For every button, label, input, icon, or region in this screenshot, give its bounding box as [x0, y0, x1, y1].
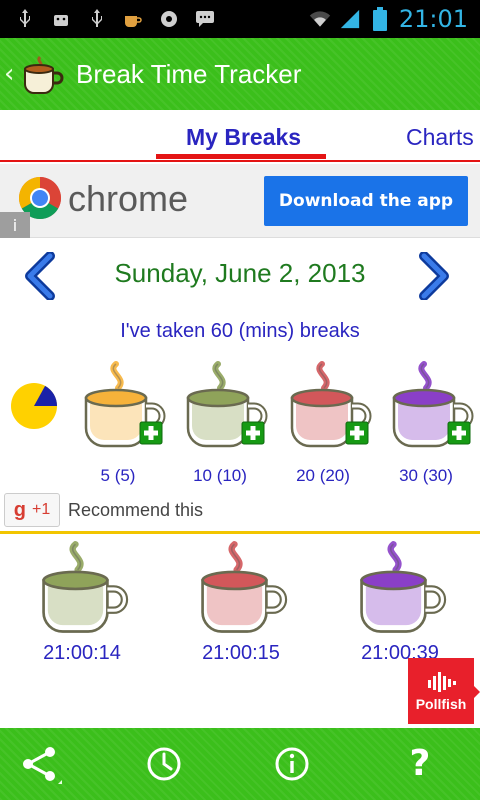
history-cup-2[interactable]: [193, 540, 293, 640]
recommend-text: Recommend this: [68, 500, 204, 520]
google-plus-g: g: [13, 498, 26, 521]
tab-selected-indicator: [156, 154, 326, 159]
pollfish-label: Pollfish: [415, 696, 467, 712]
pollfish-badge[interactable]: Pollfish: [408, 658, 474, 724]
pollfish-tab-arrow: [474, 686, 480, 698]
app-title: Break Time Tracker: [76, 58, 302, 89]
coffee-cup-plus-icon: [392, 361, 474, 448]
cup-break-count: 5 (5): [100, 466, 136, 485]
clock-time: 21:01: [398, 5, 468, 33]
history-break-time: 21:00:14: [43, 642, 121, 664]
clock-icon[interactable]: [142, 742, 186, 786]
google-plus-one-button[interactable]: g +1: [4, 493, 60, 527]
cup-break-count: 10 (10): [193, 466, 247, 485]
google-plus-count: +1: [31, 501, 51, 518]
bottom-bar: ?: [0, 728, 480, 800]
coffee-notification-icon: [122, 8, 144, 30]
breaks-summary: I've taken 60 (mins) breaks: [120, 320, 360, 342]
coffee-cup-icon: [42, 541, 129, 633]
ad-download-button[interactable]: Download the app: [264, 176, 468, 226]
cup-break-count: 20 (20): [296, 466, 350, 485]
status-bar: 21:01: [0, 0, 480, 38]
history-break-time: 21:00:15: [202, 642, 280, 664]
info-icon[interactable]: [270, 742, 314, 786]
coffee-cup-icon: [360, 541, 447, 633]
add-break-cup-button-2[interactable]: [180, 360, 272, 454]
android-debug-icon: [50, 8, 72, 30]
wifi-icon: [309, 8, 331, 30]
tab-charts[interactable]: Charts: [406, 124, 474, 151]
back-chevron-icon[interactable]: ‹: [4, 59, 18, 89]
app-logo-coffee-icon[interactable]: [20, 51, 66, 97]
ad-banner[interactable]: chrome Download the app: [0, 164, 480, 238]
break-progress-pie: [11, 383, 57, 429]
add-break-cup-button-4[interactable]: [386, 360, 478, 454]
add-break-cup-button-3[interactable]: [284, 360, 376, 454]
action-bar: ‹ Break Time Tracker: [0, 38, 480, 110]
history-cup-1[interactable]: [34, 540, 134, 640]
selected-date: Sunday, June 2, 2013: [114, 258, 366, 288]
coffee-cup-plus-icon: [290, 361, 372, 448]
media-icon: [158, 8, 180, 30]
cup-break-count: 30 (30): [399, 466, 453, 485]
ad-brand-text: chrome: [68, 178, 189, 219]
next-day-arrow-icon[interactable]: [416, 251, 452, 301]
section-divider: [0, 531, 480, 534]
pollfish-bars-icon: [428, 672, 456, 692]
app-screen: 21:01 ‹ Break Time Tracker My Breaks Cha…: [0, 0, 480, 800]
coffee-cup-icon: [201, 541, 288, 633]
history-cup-3[interactable]: [352, 540, 452, 640]
tab-divider: [0, 160, 480, 162]
add-break-cup-button-1[interactable]: [78, 360, 170, 454]
usb-icon: [14, 8, 36, 30]
usb-icon: [86, 8, 108, 30]
ad-info-icon[interactable]: i: [0, 212, 30, 238]
help-icon[interactable]: ?: [398, 742, 442, 786]
coffee-cup-plus-icon: [186, 361, 268, 448]
signal-icon: [339, 8, 361, 30]
tab-my-breaks[interactable]: My Breaks: [186, 124, 301, 151]
coffee-cup-plus-icon: [84, 361, 166, 448]
battery-icon: [369, 7, 391, 31]
message-icon: [194, 8, 216, 30]
tab-bar: My Breaks Charts: [0, 110, 480, 164]
share-icon[interactable]: [18, 742, 62, 786]
